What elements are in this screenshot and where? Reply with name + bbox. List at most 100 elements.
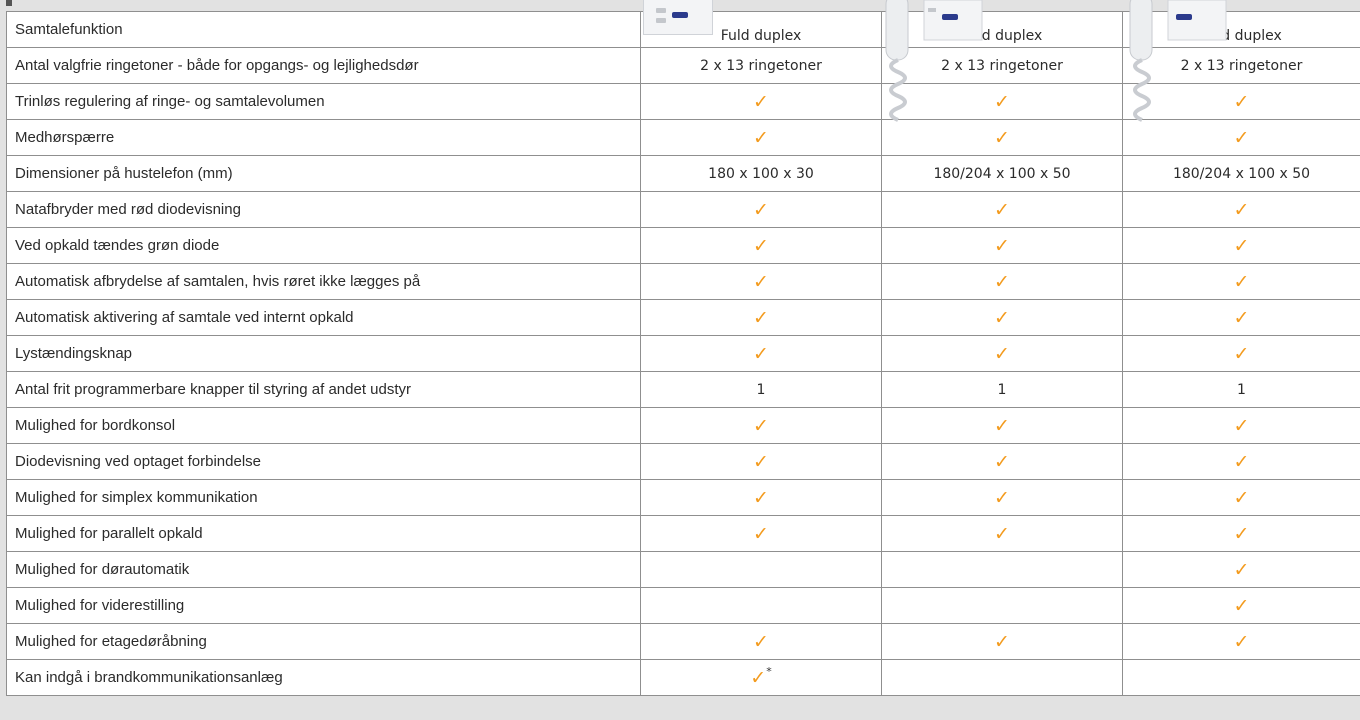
table-row: Automatisk aktivering af samtale ved int… (6, 299, 1360, 336)
feature-label: Automatisk aktivering af samtale ved int… (6, 299, 641, 336)
check-icon: ✓ (994, 198, 1010, 221)
value-cell: 1 (640, 371, 882, 408)
feature-label: Ved opkald tændes grøn diode (6, 227, 641, 264)
header-label: Samtalefunktion (6, 11, 641, 48)
feature-label: Kan indgå i brandkommunikationsanlæg (6, 659, 641, 696)
feature-label: Natafbryder med rød diodevisning (6, 191, 641, 228)
check-mark-cell: ✓ (881, 299, 1123, 336)
check-icon: ✓ (1233, 630, 1250, 653)
check-mark-cell: ✓ (1122, 479, 1360, 516)
feature-label: Trinløs regulering af ringe- og samtalev… (6, 83, 641, 120)
check-icon: ✓ (753, 234, 769, 257)
feature-label: Mulighed for etagedøråbning (6, 623, 641, 660)
check-mark-cell: ✓ (881, 407, 1123, 444)
check-icon: ✓ (994, 90, 1010, 113)
check-mark-cell: ✓ (881, 335, 1123, 372)
check-icon: ✓ (753, 90, 769, 113)
feature-label: Diodevisning ved optaget forbindelse (6, 443, 641, 480)
value-cell: 1 (881, 371, 1123, 408)
check-icon: ✓ (1233, 486, 1250, 509)
check-icon: ✓ (753, 486, 769, 509)
table-row: Mulighed for parallelt opkald ✓ ✓ ✓ (6, 515, 1360, 552)
table-row: Lystændingsknap ✓ ✓ ✓ (6, 335, 1360, 372)
check-mark-cell: ✓ (1122, 191, 1360, 228)
check-mark-cell: ✓ (640, 119, 882, 156)
heading-fragment (6, 0, 12, 6)
check-mark-cell: ✓ (640, 191, 882, 228)
table-row: Antal frit programmerbare knapper til st… (6, 371, 1360, 408)
empty-cell (881, 659, 1123, 696)
feature-label: Medhørspærre (6, 119, 641, 156)
check-mark-cell: ✓* (640, 659, 882, 696)
check-icon: ✓ (1233, 450, 1250, 473)
handset-phone-image-1 (885, 0, 983, 122)
check-mark-cell: ✓ (1122, 227, 1360, 264)
check-mark-cell: ✓ (640, 479, 882, 516)
check-icon: ✓ (1233, 306, 1250, 329)
check-icon: ✓ (753, 522, 769, 545)
check-icon: ✓ (1233, 198, 1250, 221)
feature-label: Lystændingsknap (6, 335, 641, 372)
table-row: Natafbryder med rød diodevisning ✓ ✓ ✓ (6, 191, 1360, 228)
check-mark-cell: ✓ (881, 263, 1123, 300)
check-icon: ✓ (1233, 594, 1250, 617)
check-mark-cell: ✓ (881, 227, 1123, 264)
empty-cell (640, 587, 882, 624)
check-mark-cell: ✓ (640, 407, 882, 444)
check-icon: ✓ (1233, 414, 1250, 437)
feature-label: Antal valgfrie ringetoner - både for opg… (6, 47, 641, 84)
feature-label: Automatisk afbrydelse af samtalen, hvis … (6, 263, 641, 300)
check-icon: ✓ (994, 630, 1010, 653)
value-cell: 180/204 x 100 x 50 (881, 155, 1123, 192)
feature-label: Dimensioner på hustelefon (mm) (6, 155, 641, 192)
table-row: Mulighed for bordkonsol ✓ ✓ ✓ (6, 407, 1360, 444)
check-icon: ✓ (994, 306, 1010, 329)
check-icon: ✓ (994, 126, 1010, 149)
table-row: Kan indgå i brandkommunikationsanlæg ✓* (6, 659, 1360, 696)
check-icon: ✓ (753, 306, 769, 329)
check-mark-cell: ✓ (1122, 623, 1360, 660)
check-mark-cell: ✓ (640, 335, 882, 372)
check-mark-cell: ✓ (1122, 335, 1360, 372)
empty-cell (881, 551, 1123, 588)
table-row: Diodevisning ved optaget forbindelse ✓ ✓ ✓ (6, 443, 1360, 480)
feature-label: Mulighed for dørautomatik (6, 551, 641, 588)
check-mark-cell: ✓ (640, 263, 882, 300)
feature-label: Mulighed for bordkonsol (6, 407, 641, 444)
check-icon: ✓ (994, 270, 1010, 293)
feature-label: Mulighed for parallelt opkald (6, 515, 641, 552)
table-row: Ved opkald tændes grøn diode ✓ ✓ ✓ (6, 227, 1360, 264)
check-icon: ✓ (1233, 342, 1250, 365)
check-icon: ✓ (1233, 558, 1250, 581)
check-icon: ✓ (753, 342, 769, 365)
table-row: Mulighed for dørautomatik ✓ (6, 551, 1360, 588)
handset-phone-image-2 (1129, 0, 1227, 122)
check-mark-cell: ✓ (1122, 551, 1360, 588)
check-icon: ✓ (1233, 270, 1250, 293)
check-mark-cell: ✓ (1122, 443, 1360, 480)
check-mark-cell: ✓ (881, 443, 1123, 480)
check-icon: ✓ (994, 234, 1010, 257)
empty-cell (640, 551, 882, 588)
value-cell: 180/204 x 100 x 50 (1122, 155, 1360, 192)
check-icon: ✓ (1233, 522, 1250, 545)
empty-cell (881, 587, 1123, 624)
footnote-marker: * (766, 664, 772, 678)
check-mark-cell: ✓ (640, 443, 882, 480)
value-cell: 2 x 13 ringetoner (640, 47, 882, 84)
check-icon: ✓ (750, 666, 767, 689)
table-row: Mulighed for etagedøråbning ✓ ✓ ✓ (6, 623, 1360, 660)
check-mark-cell: ✓ (640, 83, 882, 120)
check-icon: ✓ (994, 342, 1010, 365)
check-mark-cell: ✓ (881, 623, 1123, 660)
value-cell: 180 x 100 x 30 (640, 155, 882, 192)
check-icon: ✓ (1233, 126, 1250, 149)
check-icon: ✓ (994, 522, 1010, 545)
empty-cell (1122, 659, 1360, 696)
check-icon: ✓ (753, 198, 769, 221)
feature-label: Mulighed for viderestilling (6, 587, 641, 624)
value-cell: 1 (1122, 371, 1360, 408)
check-icon: ✓ (753, 414, 769, 437)
spec-page: Samtalefunktion Fuld duplex Fuld duplex … (0, 0, 1360, 720)
feature-label: Mulighed for simplex kommunikation (6, 479, 641, 516)
